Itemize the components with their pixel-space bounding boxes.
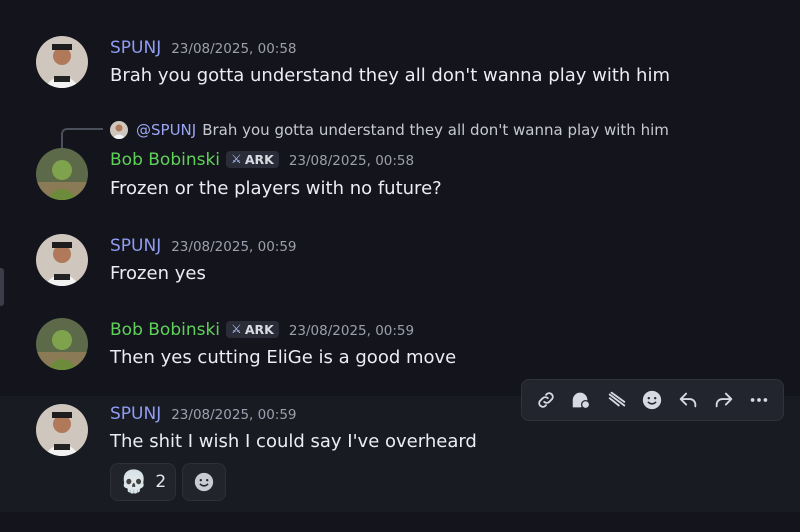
more-button[interactable]	[745, 386, 773, 414]
clan-tag[interactable]: ⚔ ARK	[226, 320, 279, 338]
reply-avatar	[110, 121, 128, 139]
message-text: Brah you gotta understand they all don't…	[110, 65, 670, 86]
message-3: SPUNJ 23/08/2025, 00:59 Frozen yes	[0, 224, 800, 294]
reply-mention[interactable]: @SPUNJ	[136, 121, 196, 139]
timestamp: 23/08/2025, 00:59	[171, 239, 297, 255]
reply-icon	[679, 392, 697, 408]
message-text: Frozen yes	[110, 263, 206, 284]
author-name[interactable]: Bob Bobinski	[110, 320, 220, 340]
sword-icon: ⚔	[231, 152, 242, 166]
message-1: SPUNJ 23/08/2025, 00:58 Brah you gotta u…	[0, 30, 800, 100]
message-text: The shit I wish I could say I've overhea…	[110, 431, 477, 452]
author-name[interactable]: SPUNJ	[110, 236, 161, 256]
avatar[interactable]	[36, 36, 88, 88]
thread-icon	[573, 392, 591, 410]
message-text: Then yes cutting EliGe is a good move	[110, 347, 457, 368]
timestamp: 23/08/2025, 00:59	[288, 323, 415, 339]
reply-preview[interactable]: @SPUNJ Brah you gotta understand they al…	[110, 121, 669, 139]
emoji-icon	[195, 472, 214, 492]
avatar[interactable]	[36, 148, 88, 200]
author-name[interactable]: Bob Bobinski	[110, 150, 220, 170]
skull-icon: 💀	[120, 469, 148, 495]
message-actions-toolbar	[521, 379, 784, 421]
reply-text: Brah you gotta understand they all don't…	[202, 121, 669, 139]
link-icon	[538, 392, 554, 408]
reply-button[interactable]	[674, 386, 702, 414]
timestamp: 23/08/2025, 00:58	[171, 41, 297, 57]
reaction-count: 2	[155, 472, 167, 492]
share-icon	[715, 392, 732, 408]
timestamp: 23/08/2025, 00:58	[288, 153, 415, 169]
author-name[interactable]: SPUNJ	[110, 404, 161, 424]
clan-tag[interactable]: ⚔ ARK	[226, 150, 279, 168]
reactions-bar: 💀 2	[110, 463, 227, 501]
more-icon	[750, 398, 768, 402]
message-2: Bob Bobinski ⚔ ARK 23/08/2025, 00:58 Fro…	[0, 140, 800, 210]
add-reaction-button[interactable]	[182, 463, 227, 501]
author-name[interactable]: SPUNJ	[110, 38, 161, 58]
message-4: Bob Bobinski ⚔ ARK 23/08/2025, 00:59 The…	[0, 308, 800, 378]
sword-icon: ⚔	[231, 322, 242, 336]
create-thread-button[interactable]	[567, 386, 595, 414]
forward-button[interactable]	[603, 386, 631, 414]
emoji-icon	[643, 390, 662, 410]
reaction-skull[interactable]: 💀 2	[110, 463, 177, 501]
timestamp: 23/08/2025, 00:59	[171, 407, 297, 423]
forward-icon	[608, 391, 626, 407]
avatar[interactable]	[36, 234, 88, 286]
copy-link-button[interactable]	[532, 386, 560, 414]
avatar[interactable]	[36, 318, 88, 370]
message-text: Frozen or the players with no future?	[110, 178, 442, 199]
share-button[interactable]	[710, 386, 738, 414]
avatar[interactable]	[36, 404, 88, 456]
clan-tag-label: ARK	[244, 321, 274, 337]
clan-tag-label: ARK	[244, 151, 274, 167]
add-reaction-toolbar-button[interactable]	[638, 386, 666, 414]
